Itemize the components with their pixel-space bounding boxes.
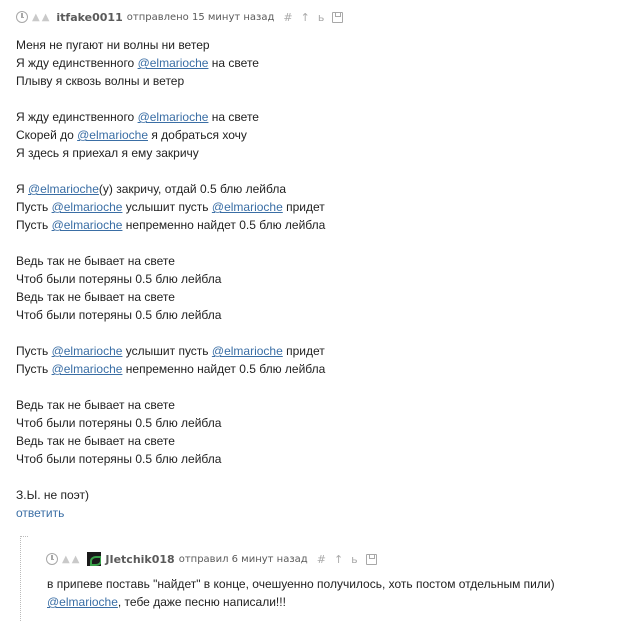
vote-up-icon[interactable]: ▲ xyxy=(72,554,80,565)
comment-line: Пусть @elmarioche непременно найдет 0.5 … xyxy=(16,216,576,234)
author-username[interactable]: JIetchik018 xyxy=(105,553,174,566)
floppy-icon[interactable] xyxy=(332,11,344,23)
line-text: придет xyxy=(282,344,325,358)
comment-line: Плыву я сквозь волны и ветер xyxy=(16,72,576,90)
user-mention-link[interactable]: @elmarioche xyxy=(52,344,123,358)
comment-line xyxy=(16,468,576,486)
line-text: Я жду единственного xyxy=(16,110,138,124)
line-text: Чтоб были потеряны 0.5 блю лейбла xyxy=(16,308,222,322)
reply-link[interactable]: ответить xyxy=(16,506,64,520)
line-text: , тебе даже песню написали!!! xyxy=(117,595,286,609)
comment-line: Чтоб были потеряны 0.5 блю лейбла xyxy=(16,450,576,468)
comment-text: Меня не пугают ни волны ни ветер Я жду ед… xyxy=(16,36,576,504)
clock-icon xyxy=(16,11,28,23)
user-mention-link[interactable]: @elmarioche xyxy=(52,218,123,232)
comment-text: в припеве поставь "найдет" в конце, очеш… xyxy=(47,575,607,611)
line-text: З.Ы. не поэт) xyxy=(16,488,90,502)
comment-line: Пусть @elmarioche услышит пусть @elmario… xyxy=(16,342,576,360)
comment-line xyxy=(16,378,576,396)
line-text: Я xyxy=(16,182,28,196)
vote-down-icon[interactable]: ▲ xyxy=(62,554,70,565)
sent-time: отправлено 15 минут назад xyxy=(126,11,275,23)
comment-line xyxy=(16,234,576,252)
thread-stub xyxy=(20,536,28,537)
line-text: Ведь так не бывает на свете xyxy=(16,434,175,448)
user-mention-link[interactable]: @elmarioche xyxy=(28,182,99,196)
line-text: (у) закричу, отдай 0.5 блю лейбла xyxy=(98,182,287,196)
line-text: услышит пусть xyxy=(122,344,212,358)
comment-line: Чтоб были потеряны 0.5 блю лейбла xyxy=(16,270,576,288)
comment-header: ▲ ▲ itfake0011 отправлено 15 минут назад… xyxy=(16,7,344,27)
comment-line: Чтоб были потеряны 0.5 блю лейбла xyxy=(16,306,576,324)
comment-line: Скорей до @elmarioche я добраться хочу xyxy=(16,126,576,144)
user-mention-link[interactable]: @elmarioche xyxy=(47,595,118,609)
user-mention-link[interactable]: @elmarioche xyxy=(138,56,209,70)
hash-icon[interactable]: # xyxy=(283,11,292,24)
arrow-up-icon[interactable]: ↑ xyxy=(301,11,310,24)
avatar[interactable] xyxy=(87,552,102,566)
author-username[interactable]: itfake0011 xyxy=(56,11,122,24)
line-text: Чтоб были потеряны 0.5 блю лейбла xyxy=(16,452,222,466)
arrow-up-icon[interactable]: ↑ xyxy=(334,553,343,566)
tree-icon[interactable]: ь xyxy=(351,553,357,566)
line-text: на свете xyxy=(208,56,259,70)
line-text: Пусть xyxy=(16,362,52,376)
comment-line: Чтоб были потеряны 0.5 блю лейбла xyxy=(16,414,576,432)
user-mention-link[interactable]: @elmarioche xyxy=(212,200,283,214)
comment-line: Я @elmarioche(у) закричу, отдай 0.5 блю … xyxy=(16,180,576,198)
line-text: Чтоб были потеряны 0.5 блю лейбла xyxy=(16,416,222,430)
line-text: Пусть xyxy=(16,344,52,358)
line-text: придет xyxy=(282,200,325,214)
comment-line: Пусть @elmarioche непременно найдет 0.5 … xyxy=(16,360,576,378)
comment-header: ▲ ▲ JIetchik018 отправил 6 минут назад #… xyxy=(46,549,377,569)
comment-line: З.Ы. не поэт) xyxy=(16,486,576,504)
comment-line: Меня не пугают ни волны ни ветер xyxy=(16,36,576,54)
line-text: Я жду единственного xyxy=(16,56,138,70)
line-text: Я здесь я приехал я ему закричу xyxy=(16,146,199,160)
line-text: услышит пусть xyxy=(122,200,212,214)
floppy-icon[interactable] xyxy=(365,553,377,565)
line-text: Ведь так не бывает на свете xyxy=(16,290,175,304)
line-text: Пусть xyxy=(16,218,52,232)
comment-line: Ведь так не бывает на свете xyxy=(16,252,576,270)
comment-line: в припеве поставь "найдет" в конце, очеш… xyxy=(47,575,607,593)
user-mention-link[interactable]: @elmarioche xyxy=(77,128,148,142)
comment-line: Я здесь я приехал я ему закричу xyxy=(16,144,576,162)
line-text: Чтоб были потеряны 0.5 блю лейбла xyxy=(16,272,222,286)
line-text: Ведь так не бывает на свете xyxy=(16,254,175,268)
comment-line: Ведь так не бывает на свете xyxy=(16,288,576,306)
vote-up-icon[interactable]: ▲ xyxy=(42,12,50,23)
line-text: на свете xyxy=(208,110,259,124)
sent-time: отправил 6 минут назад xyxy=(178,553,308,565)
line-text: Пусть xyxy=(16,200,52,214)
comment-line: Я жду единственного @elmarioche на свете xyxy=(16,108,576,126)
hash-icon[interactable]: # xyxy=(317,553,326,566)
line-text: я добраться хочу xyxy=(148,128,247,142)
vote-down-icon[interactable]: ▲ xyxy=(32,12,40,23)
user-mention-link[interactable]: @elmarioche xyxy=(212,344,283,358)
comment-line: Пусть @elmarioche услышит пусть @elmario… xyxy=(16,198,576,216)
line-text: Меня не пугают ни волны ни ветер xyxy=(16,38,210,52)
user-mention-link[interactable]: @elmarioche xyxy=(138,110,209,124)
line-text: в припеве поставь "найдет" в конце, очеш… xyxy=(47,577,555,591)
comment-line: @elmarioche, тебе даже песню написали!!! xyxy=(47,593,607,611)
comment-line: Ведь так не бывает на свете xyxy=(16,396,576,414)
line-text: непременно найдет 0.5 блю лейбла xyxy=(122,218,326,232)
comment-line: Ведь так не бывает на свете xyxy=(16,432,576,450)
line-text: Ведь так не бывает на свете xyxy=(16,398,175,412)
comment-line: Я жду единственного @elmarioche на свете xyxy=(16,54,576,72)
comment-line xyxy=(16,90,576,108)
comment-line xyxy=(16,324,576,342)
line-text: непременно найдет 0.5 блю лейбла xyxy=(122,362,326,376)
tree-icon[interactable]: ь xyxy=(318,11,324,24)
clock-icon xyxy=(46,553,58,565)
user-mention-link[interactable]: @elmarioche xyxy=(52,362,123,376)
line-text: Скорей до xyxy=(16,128,78,142)
line-text: Плыву я сквозь волны и ветер xyxy=(16,74,185,88)
thread-line xyxy=(20,536,21,621)
user-mention-link[interactable]: @elmarioche xyxy=(52,200,123,214)
comment-line xyxy=(16,162,576,180)
